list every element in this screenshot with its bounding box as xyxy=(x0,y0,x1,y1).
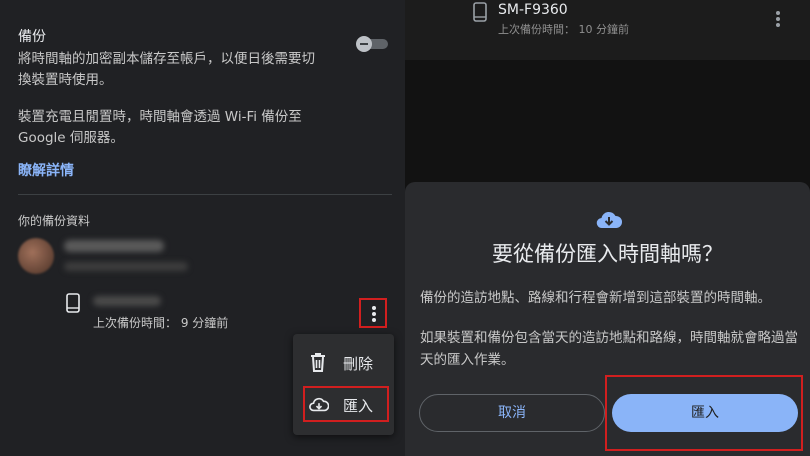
menu-item-import[interactable]: 匯入 xyxy=(303,386,389,422)
toggle-knob xyxy=(356,36,372,52)
device-backup-row: SM-F9360 上次備份時間： 10 分鐘前 xyxy=(405,0,810,60)
cloud-download-icon xyxy=(309,397,329,412)
more-vert-icon[interactable] xyxy=(776,11,780,27)
menu-item-delete[interactable]: 刪除 xyxy=(303,344,389,380)
scrim xyxy=(405,60,810,180)
menu-item-import-label: 匯入 xyxy=(343,397,374,415)
last-backup-time: 上次備份時間： 10 分鐘前 xyxy=(498,23,629,36)
dialog-title: 要從備份匯入時間軸嗎？ xyxy=(492,242,723,266)
account-avatar xyxy=(18,238,54,274)
backup-description-wifi: 裝置充電且閒置時，時間軸會透過 Wi-Fi 備份至 Google 伺服器。 xyxy=(18,109,302,146)
more-vert-icon xyxy=(372,306,376,322)
cancel-button[interactable]: 取消 xyxy=(419,394,605,432)
cloud-download-icon xyxy=(596,211,623,229)
backup-settings-pane: 備份 將時間軸的加密副本儲存至帳戶，以便日後需要切換裝置時使用。 裝置充電且閒置… xyxy=(0,0,405,456)
learn-more-link[interactable]: 瞭解詳情 xyxy=(18,160,74,180)
backup-title: 備份 xyxy=(18,29,46,45)
device-name: SM-F9360 xyxy=(498,2,568,18)
last-backup-time: 上次備份時間： 9 分鐘前 xyxy=(93,316,229,330)
dialog-body-1: 備份的造訪地點、路線和行程會新增到這部裝置的時間軸。 xyxy=(420,290,771,306)
menu-item-delete-label: 刪除 xyxy=(343,355,374,373)
trash-icon xyxy=(311,353,325,372)
import-button-highlight: 匯入 xyxy=(605,375,803,451)
import-button[interactable]: 匯入 xyxy=(612,394,798,432)
phone-icon xyxy=(473,2,487,22)
backup-description: 將時間軸的加密副本儲存至帳戶，以便日後需要切換裝置時使用。 xyxy=(18,51,315,88)
more-options-button[interactable] xyxy=(359,298,387,328)
import-dialog-pane: SM-F9360 上次備份時間： 10 分鐘前 要從備份匯入時間軸嗎？ 備份的造… xyxy=(405,0,810,456)
backup-context-menu: 刪除 匯入 xyxy=(293,334,394,435)
import-dialog: 要從備份匯入時間軸嗎？ 備份的造訪地點、路線和行程會新增到這部裝置的時間軸。 如… xyxy=(405,182,810,456)
backup-toggle[interactable] xyxy=(356,36,388,52)
account-name-redacted xyxy=(64,240,164,252)
phone-icon xyxy=(66,293,80,313)
account-email-redacted xyxy=(64,262,188,271)
divider xyxy=(18,194,392,195)
device-name-redacted xyxy=(93,296,161,306)
your-backups-heading: 你的備份資料 xyxy=(18,214,91,228)
dialog-body-2: 如果裝置和備份包含當天的造訪地點和路線，時間軸就會略過當天的匯入作業。 xyxy=(420,330,798,368)
